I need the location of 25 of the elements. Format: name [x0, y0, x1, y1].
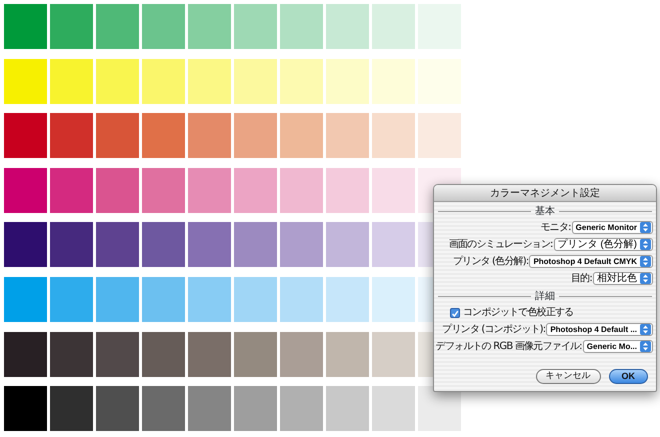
dropdown[interactable]: プリンタ (色分解) [554, 238, 653, 251]
field-label: プリンタ (コンポジット): [442, 322, 546, 337]
checkbox[interactable] [450, 308, 460, 318]
stepper-arrows-icon [640, 324, 651, 335]
dropdown[interactable]: Photoshop 4 Default CMYK [529, 255, 653, 268]
field-label: プリンタ (色分解): [452, 254, 528, 269]
field-label: モニタ: [540, 221, 571, 235]
dropdown[interactable]: Generic Monitor [572, 221, 653, 234]
dialog-title: カラーマネジメント設定 [434, 185, 656, 202]
section-heading: 詳細 [535, 290, 555, 304]
field-label: 目的: [571, 272, 592, 286]
stepper-arrows-icon [640, 239, 651, 250]
stepper-arrows-icon [640, 256, 651, 267]
field-label: デフォルトの RGB 画像元ファイル: [436, 340, 582, 354]
dropdown[interactable]: Photoshop 4 Default ... [546, 323, 653, 336]
dropdown[interactable]: 相対比色 [593, 272, 653, 285]
dropdown[interactable]: Generic Mo... [582, 340, 653, 353]
field-label: 画面のシミュレーション: [448, 238, 553, 252]
ok-button[interactable]: OK [608, 369, 648, 384]
stepper-arrows-icon [640, 222, 651, 233]
checkbox-label: コンポジットで色校正する [463, 306, 574, 320]
stepper-arrows-icon [640, 273, 651, 284]
stepper-arrows-icon [640, 341, 651, 352]
section-heading: 基本 [535, 204, 555, 219]
cancel-button[interactable]: キャンセル [536, 369, 600, 384]
